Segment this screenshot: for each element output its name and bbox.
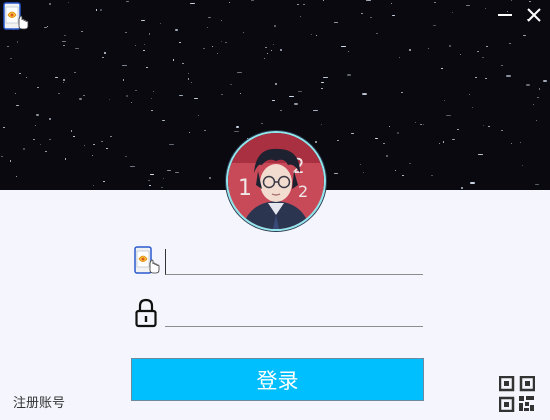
close-icon <box>527 8 541 22</box>
lock-icon <box>135 298 157 332</box>
minimize-button[interactable] <box>494 4 516 26</box>
avatar[interactable]: 1 2 2 <box>226 131 326 231</box>
password-field[interactable] <box>165 301 423 327</box>
svg-text:2: 2 <box>298 182 308 201</box>
minimize-icon <box>498 14 512 16</box>
register-account-link[interactable]: 注册账号 <box>13 392 65 411</box>
app-logo-icon <box>2 2 30 32</box>
svg-text:1: 1 <box>238 176 252 201</box>
phone-touch-icon <box>133 246 161 280</box>
qr-code-icon[interactable] <box>498 375 536 413</box>
login-button[interactable]: 登录 <box>131 358 424 401</box>
close-button[interactable] <box>523 4 545 26</box>
username-field[interactable] <box>165 249 423 275</box>
